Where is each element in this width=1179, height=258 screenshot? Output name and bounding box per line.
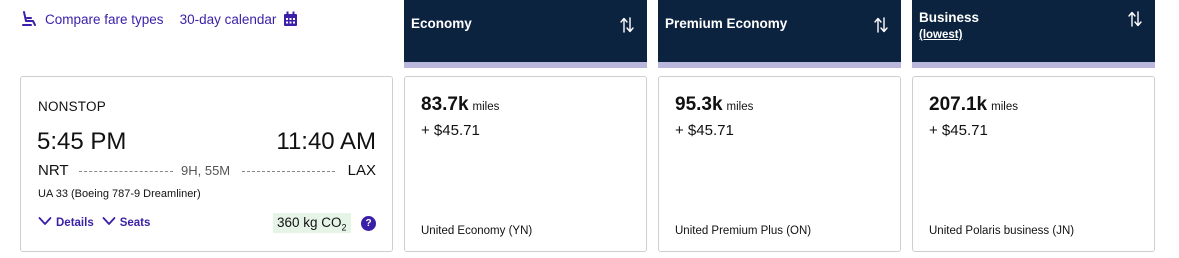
- column-title: Business: [919, 10, 980, 25]
- details-toggle[interactable]: Details: [38, 216, 94, 229]
- column-title: Economy: [411, 16, 472, 31]
- miles-unit: miles: [991, 101, 1018, 113]
- header-stripe: [404, 62, 647, 68]
- seat-icon: [20, 10, 38, 28]
- column-header-premium-economy[interactable]: Premium Economy: [658, 0, 901, 68]
- sort-icon[interactable]: [619, 16, 635, 39]
- flight-duration: 9H, 55M: [181, 163, 231, 178]
- flight-card: NONSTOP 5:45 PM 11:40 AM NRT 9H, 55M LAX…: [20, 76, 393, 252]
- route-line-left: [79, 171, 173, 172]
- info-icon[interactable]: ?: [361, 216, 376, 231]
- column-header-economy[interactable]: Economy: [404, 0, 647, 68]
- route-line-right: [242, 171, 335, 172]
- miles-amount: 95.3k: [675, 94, 723, 115]
- co2-badge: 360 kg CO2: [273, 213, 351, 233]
- stops-label: NONSTOP: [38, 99, 106, 114]
- fare-tax: + $45.71: [929, 122, 988, 139]
- fare-class-name: United Premium Plus (ON): [675, 225, 812, 237]
- chevron-down-icon: [102, 216, 116, 229]
- toolbar: Compare fare types 30-day calendar: [20, 8, 298, 30]
- header-stripe: [658, 62, 901, 68]
- fare-miles: 95.3k miles: [675, 94, 753, 116]
- fare-tax: + $45.71: [675, 122, 734, 139]
- fare-card-business[interactable]: 207.1k miles + $45.71 United Polaris busi…: [912, 76, 1155, 252]
- miles-unit: miles: [726, 101, 754, 113]
- fare-class-name: United Economy (YN): [421, 225, 533, 237]
- column-subtitle: (lowest): [919, 29, 963, 41]
- co2-value: 360 kg CO: [277, 215, 342, 230]
- seats-label: Seats: [119, 216, 151, 229]
- departure-time: 5:45 PM: [37, 128, 127, 155]
- fare-class-name: United Polaris business (JN): [929, 225, 1075, 237]
- miles-amount: 207.1k: [929, 94, 988, 115]
- calendar-link[interactable]: 30-day calendar: [180, 11, 299, 27]
- compare-fare-types-label: Compare fare types: [45, 11, 164, 27]
- miles-unit: miles: [472, 101, 500, 113]
- sort-icon[interactable]: [1127, 10, 1143, 33]
- fare-miles: 207.1k miles: [929, 94, 1018, 116]
- column-title: Premium Economy: [665, 16, 788, 31]
- chevron-down-icon: [38, 216, 52, 229]
- destination-airport: LAX: [347, 162, 376, 179]
- fare-tax: + $45.71: [421, 122, 480, 139]
- fare-miles: 83.7k miles: [421, 94, 499, 116]
- co2-subscript: 2: [341, 222, 347, 233]
- fare-card-premium-economy[interactable]: 95.3k miles + $45.71 United Premium Plus …: [658, 76, 901, 252]
- origin-airport: NRT: [38, 162, 69, 179]
- flight-number: UA 33 (Boeing 787-9 Dreamliner): [38, 188, 201, 200]
- seats-toggle[interactable]: Seats: [102, 216, 151, 229]
- arrival-time: 11:40 AM: [276, 128, 376, 155]
- header-stripe: [912, 62, 1155, 68]
- details-label: Details: [56, 216, 94, 229]
- calendar-label: 30-day calendar: [179, 11, 277, 27]
- calendar-icon: [283, 11, 298, 27]
- column-header-business[interactable]: Business (lowest): [912, 0, 1155, 68]
- flight-links: Details Seats: [38, 216, 150, 229]
- fare-card-economy[interactable]: 83.7k miles + $45.71 United Economy (YN): [404, 76, 647, 252]
- sort-icon[interactable]: [873, 16, 889, 39]
- compare-fare-types-link[interactable]: Compare fare types: [20, 10, 164, 28]
- miles-amount: 83.7k: [421, 94, 469, 115]
